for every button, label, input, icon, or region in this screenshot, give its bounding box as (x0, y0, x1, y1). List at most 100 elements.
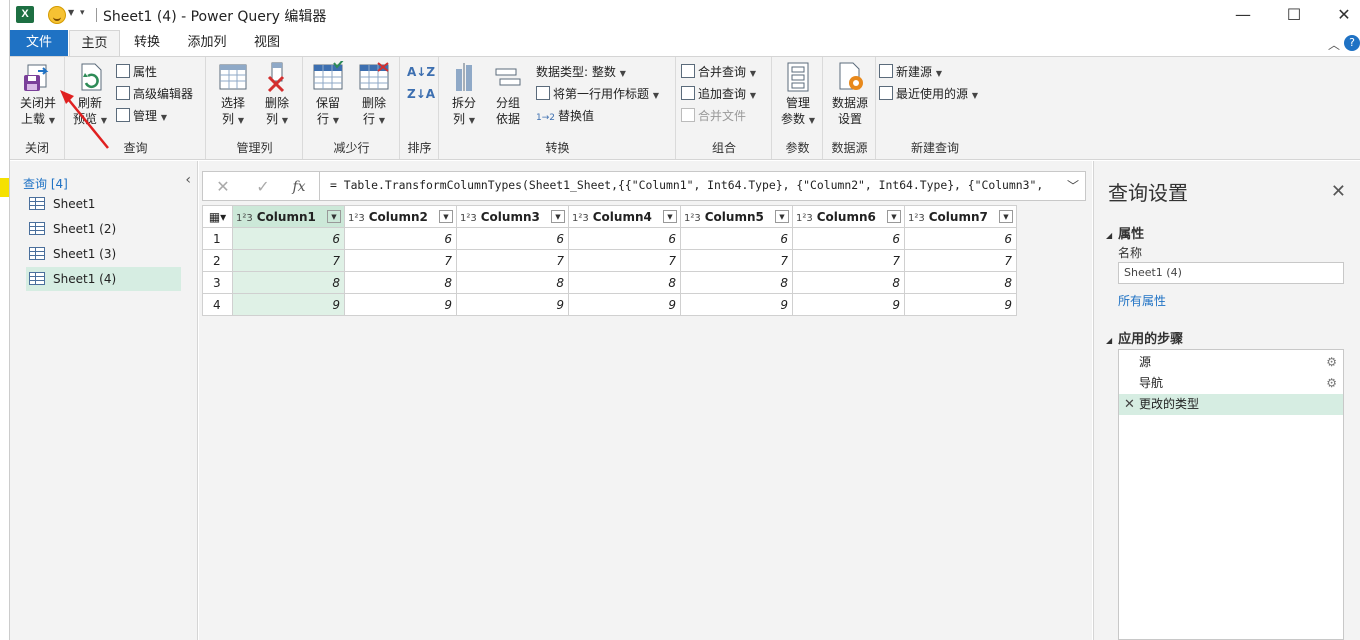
data-type-dropdown[interactable]: 数据类型: 整数 ▼ (536, 62, 626, 82)
table-cell[interactable]: 9 (568, 293, 681, 316)
table-cell[interactable]: 7 (680, 249, 793, 272)
refresh-preview-button[interactable]: 刷新 预览 ▼ (70, 61, 110, 129)
choose-columns-button[interactable]: 选择 列 ▼ (213, 61, 253, 129)
table-cell[interactable]: 8 (232, 271, 345, 294)
table-cell[interactable]: 8 (680, 271, 793, 294)
properties-section[interactable]: ◢ 属性 (1106, 223, 1144, 242)
tab-add-column[interactable]: 添加列 (176, 30, 238, 56)
table-cell[interactable]: 8 (344, 271, 457, 294)
query-item-selected[interactable]: Sheet1 (4) (26, 267, 181, 291)
minimize-button[interactable]: — (1220, 0, 1266, 30)
column-header[interactable]: 1²3 Column6 ▼ (792, 205, 905, 228)
merge-queries-button[interactable]: 合并查询 ▼ (681, 62, 756, 82)
gear-icon[interactable]: ⚙ (1326, 373, 1337, 394)
collapse-left-icon[interactable]: ‹ (185, 172, 191, 188)
qat-customize-icon[interactable]: ▾ (80, 8, 85, 18)
collapse-ribbon-icon[interactable]: ︿ (1328, 36, 1340, 53)
new-source-button[interactable]: 新建源 ▼ (879, 62, 942, 82)
formula-text[interactable]: = Table.TransformColumnTypes(Sheet1_Shee… (330, 178, 1043, 192)
tab-transform[interactable]: 转换 (122, 30, 172, 56)
table-cell[interactable]: 9 (792, 293, 905, 316)
table-cell[interactable]: 7 (456, 249, 569, 272)
remove-rows-button[interactable]: 删除 行 ▼ (354, 61, 394, 129)
fx-icon[interactable]: fx (285, 176, 313, 198)
query-name-input[interactable]: Sheet1 (4) (1118, 262, 1344, 284)
whole-number-type-icon[interactable]: 1²3 (236, 213, 253, 224)
table-cell[interactable]: 7 (792, 249, 905, 272)
close-window-button[interactable]: ✕ (1321, 0, 1360, 30)
expand-formula-icon[interactable]: ﹀ (1067, 177, 1079, 194)
smiley-feedback-icon[interactable] (48, 6, 66, 24)
column-header[interactable]: 1²3 Column3 ▼ (456, 205, 569, 228)
whole-number-type-icon[interactable]: 1²3 (796, 213, 813, 224)
table-cell[interactable]: 9 (344, 293, 457, 316)
table-cell[interactable]: 9 (680, 293, 793, 316)
table-cell[interactable]: 9 (456, 293, 569, 316)
replace-values-button[interactable]: 1→2 替换值 (536, 106, 594, 126)
table-menu-icon[interactable]: ▦▾ (202, 205, 233, 228)
use-first-row-header-button[interactable]: 将第一行用作标题 ▼ (536, 84, 659, 104)
maximize-button[interactable]: ☐ (1271, 0, 1317, 30)
query-item[interactable]: Sheet1 (26, 192, 181, 216)
filter-dropdown-icon[interactable]: ▼ (999, 210, 1013, 223)
data-source-settings-button[interactable]: 数据源 设置 (826, 61, 874, 127)
step-item-active[interactable]: ✕ 更改的类型 (1119, 394, 1343, 415)
step-item[interactable]: 源 ⚙ (1119, 352, 1343, 373)
close-and-load-button[interactable]: 关闭并 上载 ▼ (15, 61, 61, 129)
tab-file[interactable]: 文件 (10, 30, 68, 56)
append-queries-button[interactable]: 追加查询 ▼ (681, 84, 756, 104)
whole-number-type-icon[interactable]: 1²3 (572, 213, 589, 224)
column-header[interactable]: 1²3 Column4 ▼ (568, 205, 681, 228)
sort-ascending-button[interactable]: A↓Z (407, 62, 435, 82)
split-column-button[interactable]: 拆分 列 ▼ (444, 61, 484, 129)
group-by-button[interactable]: 分组 依据 (488, 61, 528, 127)
column-header[interactable]: 1²3 Column5 ▼ (680, 205, 793, 228)
recent-sources-button[interactable]: 最近使用的源 ▼ (879, 84, 978, 104)
manage-parameters-button[interactable]: 管理 参数 ▼ (777, 61, 819, 129)
whole-number-type-icon[interactable]: 1²3 (460, 213, 477, 224)
help-icon[interactable]: ? (1344, 35, 1360, 51)
table-cell[interactable]: 7 (568, 249, 681, 272)
table-cell[interactable]: 7 (904, 249, 1017, 272)
whole-number-type-icon[interactable]: 1²3 (348, 213, 365, 224)
column-header[interactable]: 1²3 Column2 ▼ (344, 205, 457, 228)
table-cell[interactable]: 6 (344, 227, 457, 250)
filter-dropdown-icon[interactable]: ▼ (887, 210, 901, 223)
all-properties-link[interactable]: 所有属性 (1118, 292, 1166, 309)
table-cell[interactable]: 6 (792, 227, 905, 250)
table-cell[interactable]: 8 (456, 271, 569, 294)
table-cell[interactable]: 6 (232, 227, 345, 250)
applied-steps-section[interactable]: ◢ 应用的步骤 (1106, 328, 1183, 347)
row-number[interactable]: 1 (202, 227, 233, 250)
remove-columns-button[interactable]: 删除 列 ▼ (257, 61, 297, 129)
table-cell[interactable]: 8 (792, 271, 905, 294)
delete-step-icon[interactable]: ✕ (1124, 394, 1135, 415)
table-cell[interactable]: 6 (904, 227, 1017, 250)
row-number[interactable]: 2 (202, 249, 233, 272)
table-cell[interactable]: 6 (456, 227, 569, 250)
table-cell[interactable]: 7 (232, 249, 345, 272)
table-cell[interactable]: 7 (344, 249, 457, 272)
whole-number-type-icon[interactable]: 1²3 (908, 213, 925, 224)
filter-dropdown-icon[interactable]: ▼ (327, 210, 341, 223)
filter-dropdown-icon[interactable]: ▼ (551, 210, 565, 223)
queries-header[interactable]: 查询 [4] (23, 175, 68, 192)
query-item[interactable]: Sheet1 (2) (26, 217, 181, 241)
query-item[interactable]: Sheet1 (3) (26, 242, 181, 266)
cancel-formula-icon[interactable]: ✕ (209, 176, 237, 198)
tab-view[interactable]: 视图 (244, 30, 290, 56)
filter-dropdown-icon[interactable]: ▼ (663, 210, 677, 223)
column-header[interactable]: 1²3 Column1 ▼ (232, 205, 345, 228)
keep-rows-button[interactable]: 保留 行 ▼ (308, 59, 348, 129)
advanced-editor-button[interactable]: 高级编辑器 (116, 84, 193, 104)
row-number[interactable]: 3 (202, 271, 233, 294)
step-item[interactable]: 导航 ⚙ (1119, 373, 1343, 394)
table-cell[interactable]: 8 (904, 271, 1017, 294)
table-cell[interactable]: 9 (904, 293, 1017, 316)
gear-icon[interactable]: ⚙ (1326, 352, 1337, 373)
properties-button[interactable]: 属性 (116, 62, 157, 82)
sort-descending-button[interactable]: Z↓A (407, 84, 435, 104)
column-header[interactable]: 1²3 Column7 ▼ (904, 205, 1017, 228)
table-cell[interactable]: 6 (680, 227, 793, 250)
manage-query-button[interactable]: 管理 ▼ (116, 106, 167, 126)
